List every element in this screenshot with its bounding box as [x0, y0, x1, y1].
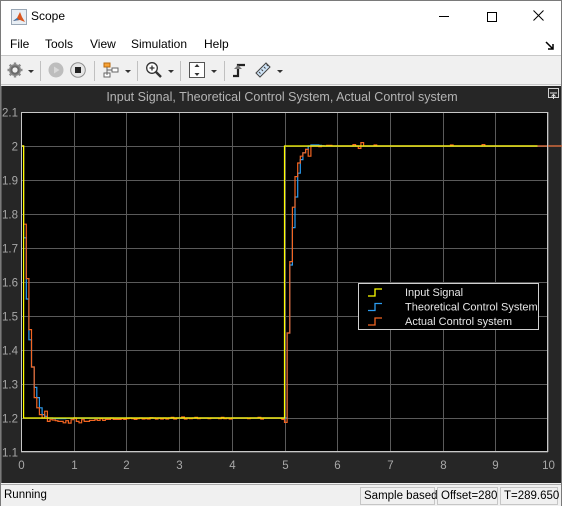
legend-label: Actual Control system: [405, 316, 512, 328]
maximize-button[interactable]: [469, 1, 515, 32]
y-tick-label: 1.9: [2, 176, 18, 188]
close-button[interactable]: [515, 1, 561, 32]
scale-axes-button[interactable]: [186, 60, 208, 82]
menu-file[interactable]: File: [10, 37, 29, 51]
settings-button[interactable]: [5, 60, 25, 82]
stop-icon: [70, 61, 86, 81]
minimize-button[interactable]: [421, 1, 467, 32]
window-title: Scope: [31, 9, 66, 23]
status-offset: Offset=280: [437, 487, 498, 505]
run-button[interactable]: [46, 60, 66, 82]
settings-dropdown[interactable]: [26, 60, 36, 82]
y-tick-labels: 1.1 1.2 1.3 1.4 1.5 1.6 1.7 1.8 1.9 2 2.1: [2, 108, 19, 460]
scale-axes-icon: [188, 61, 206, 82]
x-tick-label: 5: [282, 460, 288, 472]
toolbar-separator: [137, 61, 138, 81]
zoom-dropdown[interactable]: [166, 60, 176, 82]
scope-display: Input Signal, Theoretical Control System…: [1, 86, 562, 483]
run-play-icon: [48, 62, 64, 81]
stop-button[interactable]: [68, 60, 88, 82]
zoom-in-button[interactable]: [143, 60, 165, 82]
menu-tools[interactable]: Tools: [45, 37, 73, 51]
menu-view[interactable]: View: [90, 37, 116, 51]
legend[interactable]: Input Signal Theoretical Control System Ac…: [358, 283, 539, 330]
y-tick-label: 1.2: [2, 414, 18, 426]
x-tick-label: 6: [334, 460, 340, 472]
x-tick-label: 8: [440, 460, 446, 472]
signal-selector-dropdown[interactable]: [123, 60, 133, 82]
triggers-button[interactable]: [229, 60, 249, 82]
y-tick-label: 2.1: [2, 108, 18, 120]
x-tick-label: 9: [492, 460, 498, 472]
settings-gear-icon: [7, 62, 23, 81]
y-tick-label: 1.6: [2, 278, 18, 290]
signal-selector-button[interactable]: [100, 60, 122, 82]
scope-window: Scope File Tools View Simulation Help In…: [0, 0, 562, 506]
x-tick-label: 2: [123, 460, 129, 472]
y-tick-label: 1.3: [2, 380, 18, 392]
maximize-icon: [487, 11, 497, 22]
toolbar: [1, 57, 561, 85]
toolbar-separator: [180, 61, 181, 81]
menu-help[interactable]: Help: [204, 37, 229, 51]
x-tick-labels: 0 1 2 3 4 5 6 7 8 9 10: [18, 460, 555, 472]
simulation-status: Running: [4, 489, 47, 501]
measurements-ruler-icon: [254, 61, 272, 82]
status-mode: Sample based: [360, 487, 438, 505]
menu-bar: File Tools View Simulation Help: [1, 32, 561, 56]
triggers-icon: [231, 62, 247, 81]
measurements-button[interactable]: [252, 60, 274, 82]
y-tick-label: 1.4: [2, 346, 19, 358]
y-tick-label: 1.5: [2, 312, 18, 324]
toolbar-separator: [94, 61, 95, 81]
x-tick-label: 10: [542, 460, 555, 472]
status-time: T=289.650: [500, 487, 559, 505]
y-tick-label: 2: [12, 142, 18, 154]
minimize-icon: [439, 16, 449, 17]
zoom-in-icon: [145, 61, 163, 82]
measurements-dropdown[interactable]: [275, 60, 285, 82]
signal-selector-icon: [102, 62, 120, 81]
toolbar-separator: [40, 61, 41, 81]
x-tick-label: 4: [229, 460, 236, 472]
legend-label: Input Signal: [405, 287, 463, 299]
matlab-logo-icon: [11, 9, 27, 25]
legend-label: Theoretical Control System: [405, 302, 538, 314]
menu-simulation[interactable]: Simulation: [131, 37, 187, 51]
y-tick-label: 1.1: [2, 448, 18, 460]
toolbar-separator: [224, 61, 225, 81]
x-tick-label: 7: [387, 460, 393, 472]
scale-axes-dropdown[interactable]: [209, 60, 219, 82]
scope-plot[interactable]: 1.1 1.2 1.3 1.4 1.5 1.6 1.7 1.8 1.9 2 2.1 0 1 2 3 4 5 6 7…: [2, 86, 562, 483]
x-tick-label: 1: [71, 460, 77, 472]
undock-arrow-icon[interactable]: [545, 40, 555, 50]
title-bar: Scope: [1, 1, 561, 32]
y-tick-label: 1.7: [2, 244, 18, 256]
y-tick-label: 1.8: [2, 210, 18, 222]
close-icon: [532, 9, 544, 24]
status-bar: Running Sample based Offset=280 T=289.65…: [1, 484, 561, 506]
x-tick-label: 3: [176, 460, 182, 472]
x-tick-label: 0: [18, 460, 24, 472]
